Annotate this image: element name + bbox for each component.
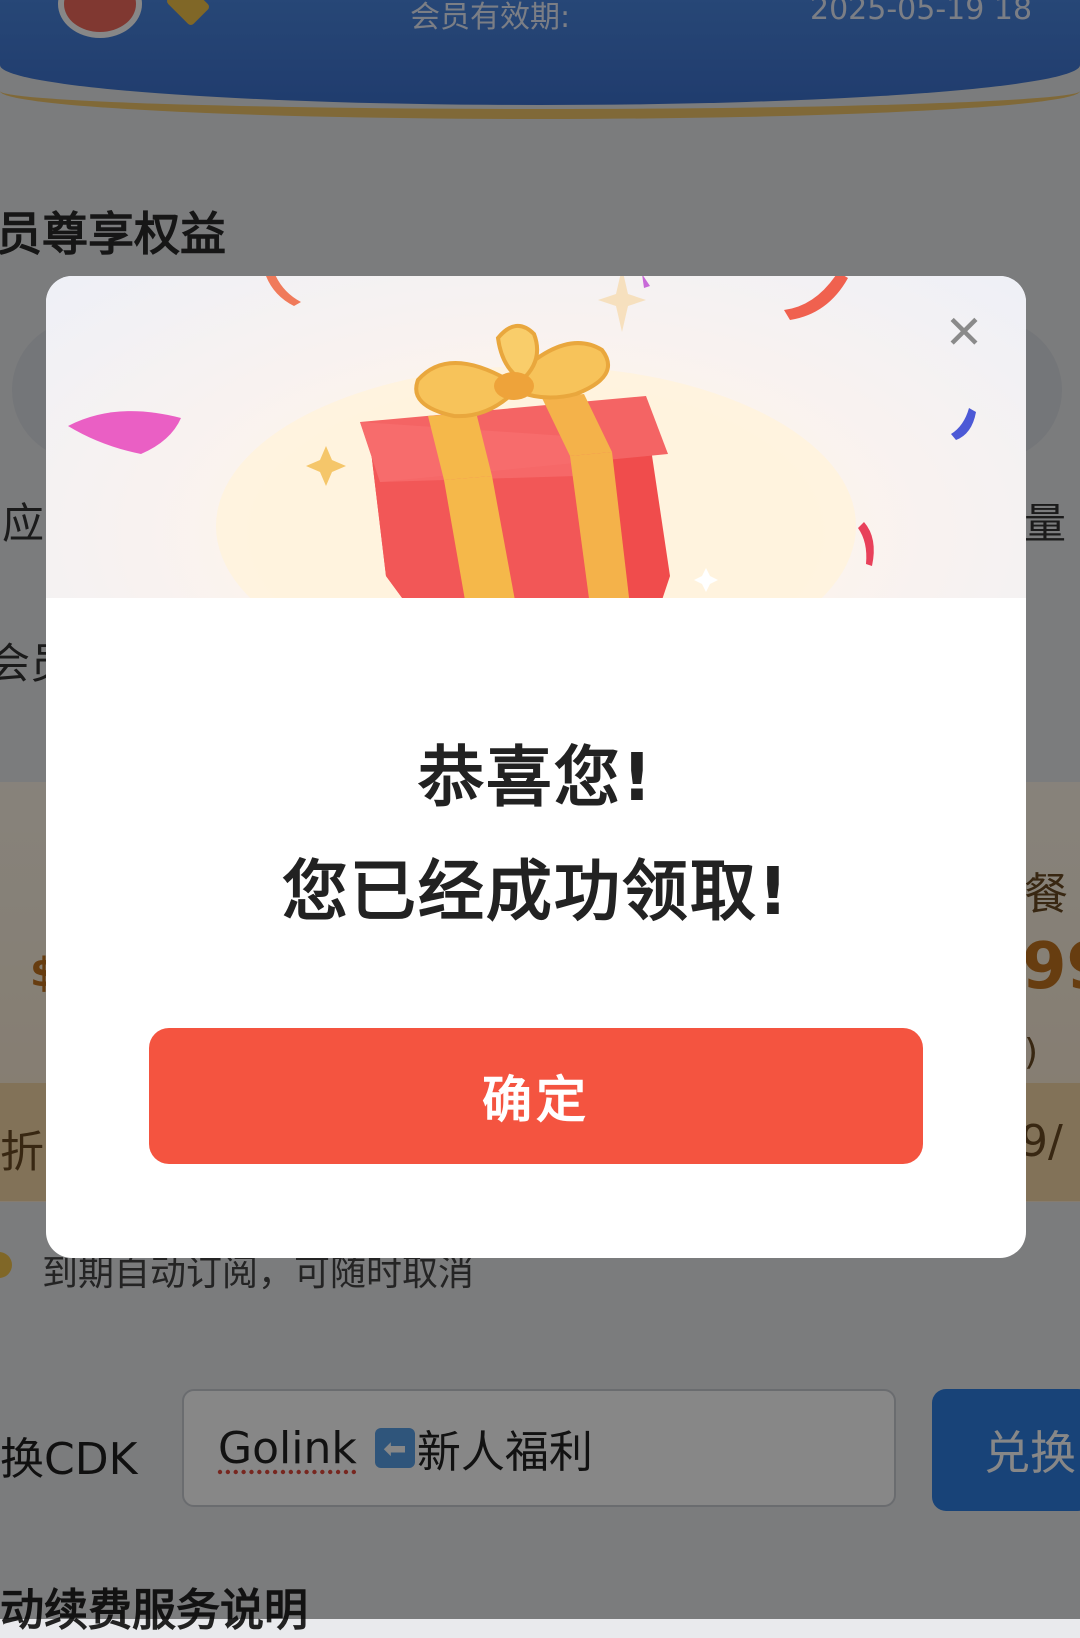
gift-box-icon	[68, 276, 976, 598]
gift-illustration: ✕	[46, 276, 1026, 598]
claim-success-message: 您已经成功领取!	[281, 853, 791, 930]
close-icon: ✕	[944, 305, 984, 359]
congrats-title: 恭喜您!	[417, 739, 655, 816]
close-button[interactable]: ✕	[936, 304, 992, 360]
confirm-button[interactable]: 确定	[149, 1028, 923, 1164]
reward-claimed-dialog: ✕ 恭喜您! 您已经成功领取! 确定	[46, 276, 1026, 1258]
